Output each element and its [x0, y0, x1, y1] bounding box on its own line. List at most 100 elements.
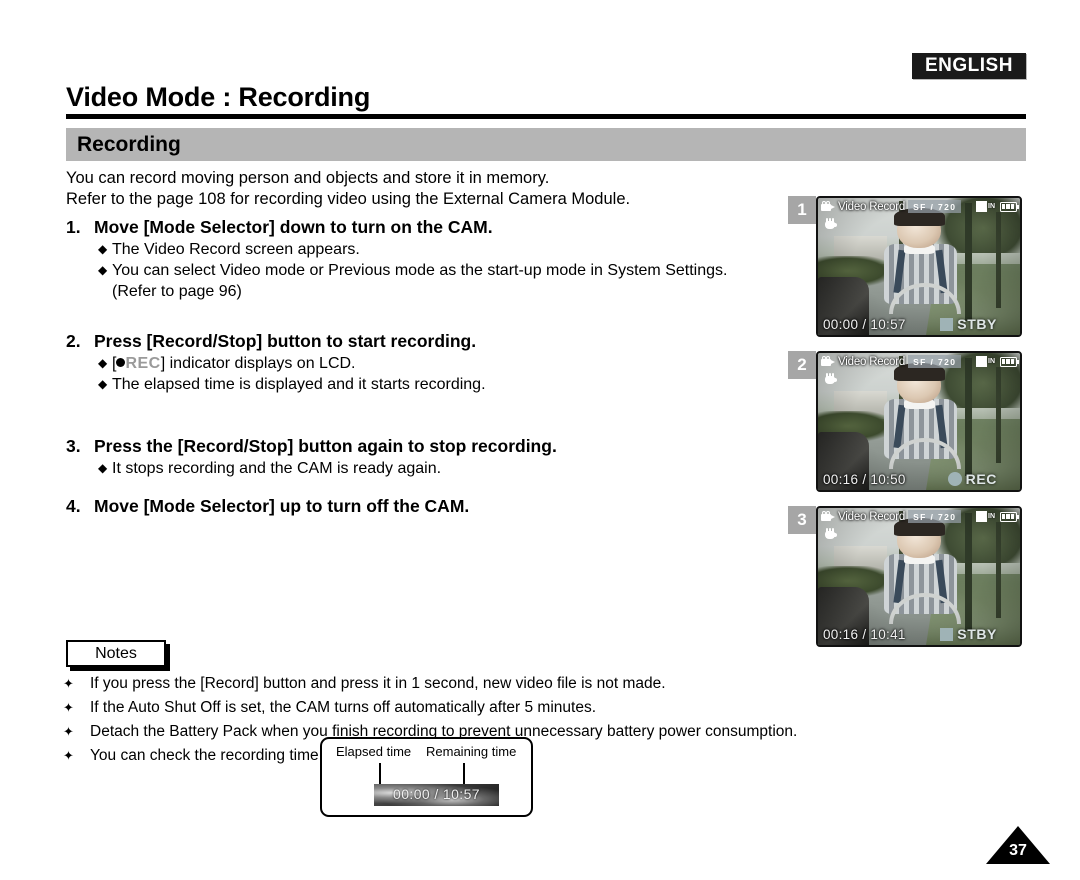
hand-shake-icon [824, 373, 837, 385]
step-number: 4. [66, 496, 81, 516]
step-heading: 4. Move [Mode Selector] up to turn off t… [66, 495, 796, 518]
callout-osd-strip: 00:00 / 10:57 [374, 784, 499, 806]
diamond-bullet-icon: ◆ [98, 263, 108, 277]
step-item: 3. Press the [Record/Stop] button again … [66, 435, 796, 479]
screen-index-badge: 1 [788, 196, 816, 224]
camcorder-icon [821, 201, 836, 212]
section-heading-label: Recording [77, 133, 181, 156]
osd-memory-indicator: IN [976, 201, 995, 212]
hand-shake-icon [824, 218, 837, 230]
step-title: Press the [Record/Stop] button again to … [94, 436, 557, 456]
step-bullet-continuation: (Refer to page 96) [112, 283, 242, 300]
lcd-screen-block: 2 Video Record SF / 720 IN 00:16 / 10:50… [788, 351, 1028, 492]
osd-mode-label: Video Record [838, 200, 906, 213]
step-bullet-text: You can select Video mode or Previous mo… [112, 262, 728, 279]
callout-label-remaining: Remaining time [426, 744, 517, 759]
lcd-preview: Video Record SF / 720 IN 00:00 / 10:57 S… [816, 196, 1022, 337]
note-item: ✦ If the Auto Shut Off is set, the CAM t… [63, 696, 823, 720]
step-bullet: ◆ The Video Record screen appears. [98, 239, 796, 260]
step-item: 1. Move [Mode Selector] down to turn on … [66, 216, 796, 302]
camcorder-icon [821, 356, 836, 367]
memory-card-icon [976, 511, 987, 522]
hand-shake-icon [824, 528, 837, 540]
notes-tab: Notes [66, 640, 166, 667]
step-heading: 1. Move [Mode Selector] down to turn on … [66, 216, 796, 239]
osd-quality-label: SF / 720 [908, 510, 962, 523]
step-title: Move [Mode Selector] up to turn off the … [94, 496, 470, 516]
club-bullet-icon: ✦ [63, 700, 74, 715]
step-bullet-text: It stops recording and the CAM is ready … [112, 460, 442, 477]
callout-time-display: 00:00 / 10:57 [393, 786, 480, 802]
osd-memory-label: IN [988, 358, 995, 365]
osd-top-bar: Video Record SF / 720 IN [818, 508, 1020, 525]
rec-bullet-tail: ] indicator displays on LCD. [160, 355, 356, 372]
osd-status-indicator: STBY [940, 626, 997, 642]
osd-bottom-bar: 00:16 / 10:50 REC [818, 470, 1020, 488]
step-bullet-text: The elapsed time is displayed and it sta… [112, 376, 486, 393]
step-item: 2. Press [Record/Stop] button to start r… [66, 330, 796, 395]
diamond-bullet-icon: ◆ [98, 377, 108, 391]
club-bullet-icon: ✦ [63, 748, 74, 763]
callout-label-elapsed: Elapsed time [336, 744, 412, 759]
intro-line-1: You can record moving person and objects… [66, 169, 550, 187]
memory-card-icon [976, 201, 987, 212]
diamond-bullet-icon: ◆ [98, 356, 108, 370]
osd-top-bar: Video Record SF / 720 IN [818, 198, 1020, 215]
lcd-preview: Video Record SF / 720 IN 00:16 / 10:41 S… [816, 506, 1022, 647]
stop-square-icon [940, 627, 954, 641]
stop-square-icon [940, 317, 954, 331]
lcd-preview: Video Record SF / 720 IN 00:16 / 10:50 R… [816, 351, 1022, 492]
osd-memory-indicator: IN [976, 356, 995, 367]
osd-time-display: 00:16 / 10:50 [823, 471, 906, 487]
memory-card-icon [976, 356, 987, 367]
osd-bottom-bar: 00:00 / 10:57 STBY [818, 315, 1020, 333]
callout-leader-line [379, 763, 381, 784]
screen-index-badge: 3 [788, 506, 816, 534]
callout-leader-line [463, 763, 465, 784]
page-title: Video Mode : Recording [66, 82, 371, 112]
osd-time-display: 00:16 / 10:41 [823, 626, 906, 642]
step-heading: 2. Press [Record/Stop] button to start r… [66, 330, 796, 353]
step-title: Move [Mode Selector] down to turn on the… [94, 217, 493, 237]
intro-paragraph: You can record moving person and objects… [66, 168, 786, 210]
intro-line-2: Refer to the page 108 for recording vide… [66, 190, 631, 208]
title-divider [66, 114, 1026, 119]
note-text: If you press the [Record] button and pre… [90, 675, 666, 692]
lcd-screen-block: 3 Video Record SF / 720 IN 00:16 / 10:41… [788, 506, 1028, 647]
page-number-badge: 37 [986, 826, 1050, 864]
step-bullet: ◆ It stops recording and the CAM is read… [98, 458, 796, 479]
step-bullet-text: The Video Record screen appears. [112, 241, 360, 258]
language-badge: ENGLISH [912, 53, 1026, 79]
osd-quality-label: SF / 720 [908, 200, 962, 213]
steps-list: 1. Move [Mode Selector] down to turn on … [66, 216, 796, 518]
osd-status-label: STBY [957, 316, 997, 332]
diamond-bullet-icon: ◆ [98, 461, 108, 475]
osd-top-bar: Video Record SF / 720 IN [818, 353, 1020, 370]
note-item: ✦ If you press the [Record] button and p… [63, 672, 823, 696]
camcorder-icon [821, 511, 836, 522]
battery-icon [1000, 356, 1019, 367]
step-number: 1. [66, 217, 81, 237]
osd-mode-label: Video Record [838, 355, 906, 368]
step-number: 3. [66, 436, 81, 456]
step-bullet: ◆ You can select Video mode or Previous … [98, 260, 796, 281]
record-circle-icon [947, 472, 962, 486]
step-title: Press [Record/Stop] button to start reco… [94, 331, 477, 351]
osd-memory-indicator: IN [976, 511, 995, 522]
battery-icon [1000, 511, 1019, 522]
osd-status-label: STBY [957, 626, 997, 642]
battery-icon [1000, 201, 1019, 212]
step-item: 4. Move [Mode Selector] up to turn off t… [66, 495, 796, 518]
note-text: If the Auto Shut Off is set, the CAM tur… [90, 699, 597, 716]
step-bullet: ◆ [REC] indicator displays on LCD. [98, 353, 796, 374]
osd-quality-label: SF / 720 [908, 355, 962, 368]
notes-tab-label: Notes [95, 645, 137, 662]
club-bullet-icon: ✦ [63, 676, 74, 691]
diamond-bullet-icon: ◆ [98, 242, 108, 256]
lcd-screen-block: 1 Video Record SF / 720 IN 00:00 / 10:57… [788, 196, 1028, 337]
osd-mode-label: Video Record [838, 510, 906, 523]
osd-memory-label: IN [988, 203, 995, 210]
